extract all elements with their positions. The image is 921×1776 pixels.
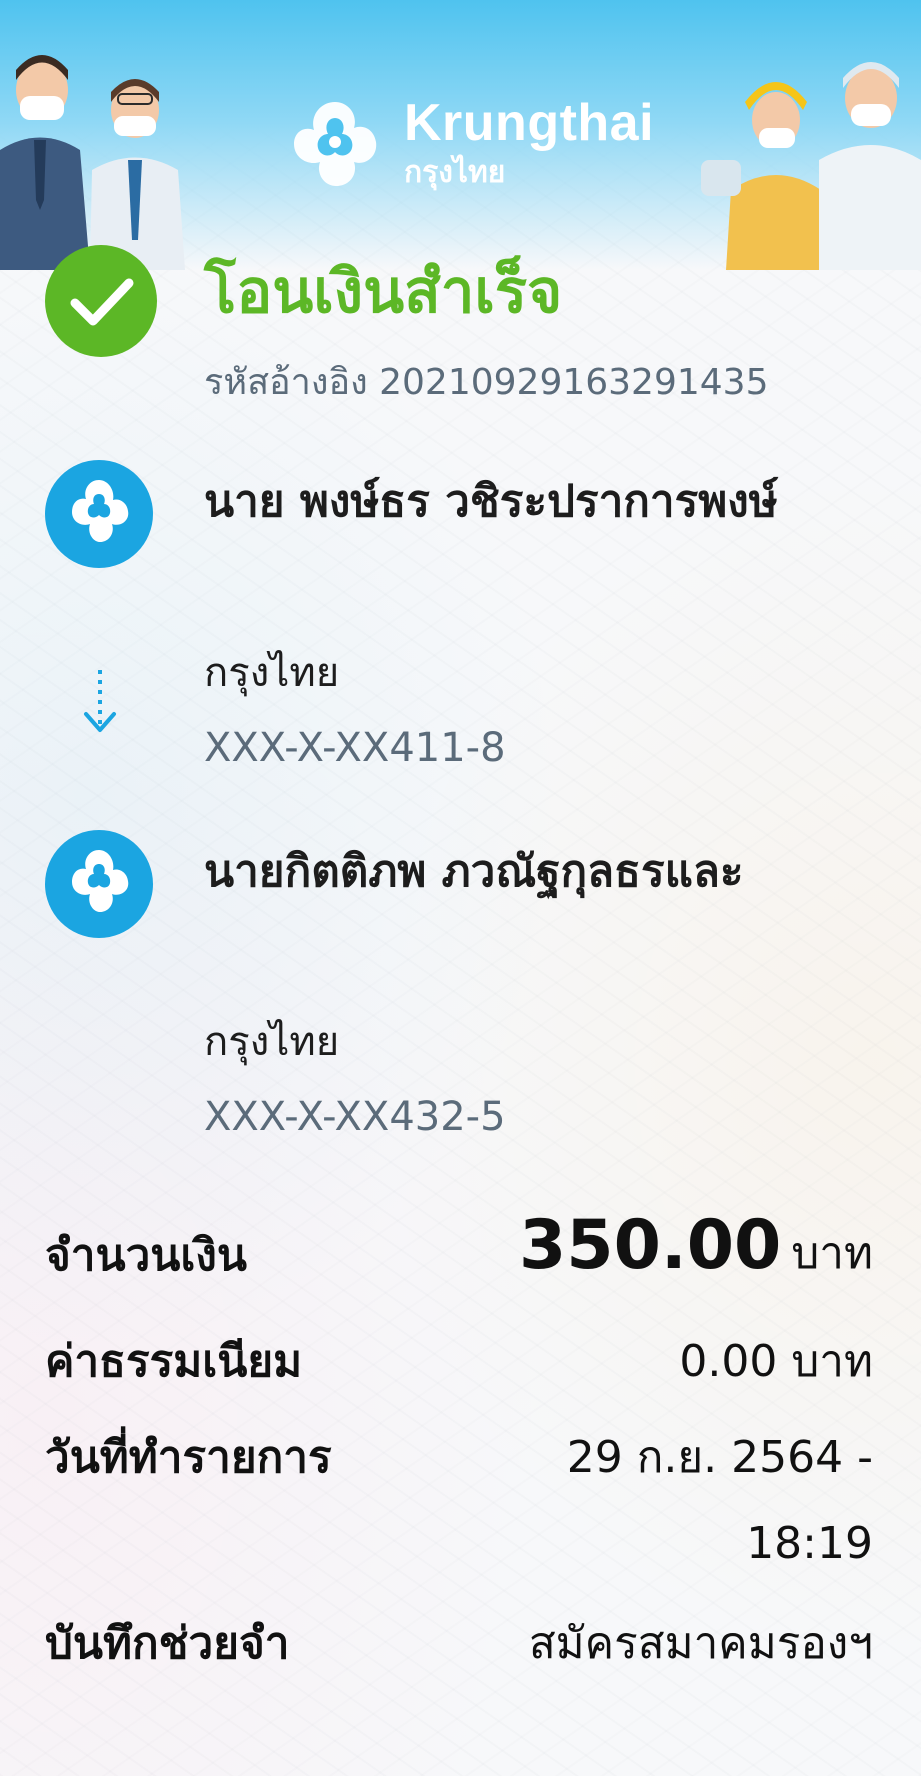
transfer-success-title: โอนเงินสำเร็จ xyxy=(204,257,563,327)
sender-account-number: XXX-X-XX411-8 xyxy=(204,725,506,771)
recipient-account-number: XXX-X-XX432-5 xyxy=(204,1094,506,1140)
reference-number: 20210929163291435 xyxy=(379,362,769,403)
memo-label: บันทึกช่วยจำ xyxy=(45,1618,290,1669)
check-circle-icon xyxy=(45,245,157,357)
krungthai-garuda-logo-icon xyxy=(294,102,377,186)
amount-label: จำนวนเงิน xyxy=(45,1230,247,1281)
recipient-bank-name: กรุงไทย xyxy=(204,1019,340,1065)
reference-line: รหัสอ้างอิง 20210929163291435 xyxy=(204,355,768,411)
amount-number: 350.00 xyxy=(518,1206,782,1285)
recipient-bank-icon xyxy=(45,830,153,938)
transaction-date-value: 29 ก.ย. 2564 - xyxy=(566,1432,873,1483)
memo-value: สมัครสมาคมรองฯ xyxy=(528,1618,873,1669)
transaction-time-value: 18:19 xyxy=(746,1518,873,1569)
brand-name: Krungthai xyxy=(404,94,655,152)
recipient-name: นายกิตติภพ ภวณัฐกุลธรและ xyxy=(204,846,744,897)
healthcare-workers-illustration xyxy=(701,62,921,270)
reference-label: รหัสอ้างอิง xyxy=(204,362,368,403)
brand-logo: Krungthai กรุงไทย xyxy=(280,90,654,200)
fee-label: ค่าธรรมเนียม xyxy=(45,1336,303,1387)
sender-name: นาย พงษ์ธร วชิระปราการพงษ์ xyxy=(204,476,778,527)
transaction-date-label: วันที่ทำรายการ xyxy=(45,1432,332,1483)
brand-thai-name: กรุงไทย xyxy=(404,155,506,190)
amount-value: 350.00 บาท xyxy=(519,1206,873,1294)
sender-bank-icon xyxy=(45,460,153,568)
amount-unit: บาท xyxy=(791,1228,873,1279)
header-banner: Krungthai กรุงไทย xyxy=(0,0,921,270)
sender-bank-name: กรุงไทย xyxy=(204,650,340,696)
transfer-direction-arrow-icon xyxy=(84,670,116,732)
business-people-illustration xyxy=(0,55,185,270)
fee-value: 0.00 บาท xyxy=(679,1336,873,1387)
